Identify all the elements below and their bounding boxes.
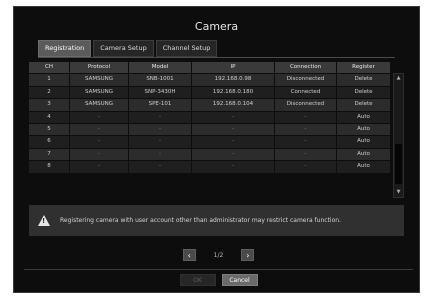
table-row-1-protocol: SAMSUNG	[70, 74, 129, 86]
tab-channel-setup[interactable]: Channel Setup	[155, 40, 218, 57]
table-row-3-connection: Disconnected	[275, 99, 337, 111]
table-row-1-connection: Disconnected	[275, 74, 337, 86]
page-indicator: 1/2	[213, 251, 224, 259]
table-row-5-model: -	[129, 123, 192, 136]
next-page-button[interactable]: ›	[241, 249, 255, 261]
ok-button[interactable]: OK	[179, 274, 216, 286]
table-row-8-model: -	[129, 161, 192, 173]
scrollbar-thumb[interactable]	[395, 144, 402, 184]
table-row-4-ch: 4	[29, 111, 70, 123]
table-row-7-register-button[interactable]: Auto	[337, 148, 391, 161]
table-row-4-protocol: -	[70, 111, 129, 123]
footer-divider	[24, 269, 413, 270]
table-row-2-model: SNP-3430H	[129, 86, 192, 99]
column-header-register: Register	[337, 62, 391, 74]
column-header-model: Model	[129, 62, 192, 74]
table-row-6-model: -	[129, 136, 192, 148]
table-row-2-protocol: SAMSUNG	[70, 86, 129, 99]
table-row-5-protocol: -	[70, 123, 129, 136]
table-row-6-register-button[interactable]: Auto	[337, 136, 391, 148]
table-row-4-model: -	[129, 111, 192, 123]
dialog-title: Camera	[194, 20, 239, 33]
cancel-button[interactable]: Cancel	[221, 274, 258, 286]
table-row-3-ip: 192.168.0.104	[192, 99, 275, 111]
table-row-7-ip: -	[192, 148, 275, 161]
table-row-5-ch: 5	[29, 123, 70, 136]
table-row-5-connection: -	[275, 123, 337, 136]
warning-text: Registering camera with user account oth…	[60, 217, 341, 224]
table-row-4-ip: -	[192, 111, 275, 123]
table-row-6-ip: -	[192, 136, 275, 148]
table-row-1-model: SNB-1001	[129, 74, 192, 86]
column-header-ip: IP	[192, 62, 275, 74]
column-header-ch: CH	[29, 62, 70, 74]
table-row-2-ip: 192.168.0.180	[192, 86, 275, 99]
column-header-protocol: Protocol	[70, 62, 129, 74]
tab-bar: Registration Camera Setup Channel Setup	[38, 40, 219, 57]
table-row-8-protocol: -	[70, 161, 129, 173]
table-row-1-register-button[interactable]: Delete	[337, 74, 391, 86]
scroll-up-arrow-icon[interactable]: ▲	[394, 74, 403, 83]
table-row-5-register-button[interactable]: Auto	[337, 123, 391, 136]
table-row-6-ch: 6	[29, 136, 70, 148]
table-row-6-protocol: -	[70, 136, 129, 148]
camera-table: CH Protocol Model IP Connection Register…	[29, 62, 391, 173]
table-row-3-protocol: SAMSUNG	[70, 99, 129, 111]
table-row-7-ch: 7	[29, 148, 70, 161]
table-row-3-ch: 3	[29, 99, 70, 111]
table-row-6-connection: -	[275, 136, 337, 148]
prev-page-button[interactable]: ‹	[182, 249, 196, 261]
warning-banner: ! Registering camera with user account o…	[29, 205, 404, 236]
table-row-1-ip: 192.168.0.98	[192, 74, 275, 86]
table-row-4-register-button[interactable]: Auto	[337, 111, 391, 123]
tab-divider	[38, 57, 395, 58]
table-row-8-ch: 8	[29, 161, 70, 173]
table-row-1-ch: 1	[29, 74, 70, 86]
table-row-3-register-button[interactable]: Delete	[337, 99, 391, 111]
column-header-connection: Connection	[275, 62, 337, 74]
table-row-2-connection: Connected	[275, 86, 337, 99]
tab-registration[interactable]: Registration	[38, 40, 92, 57]
table-row-7-protocol: -	[70, 148, 129, 161]
table-row-4-connection: -	[275, 111, 337, 123]
table-row-2-ch: 2	[29, 86, 70, 99]
pagination: ‹ 1/2 ›	[0, 249, 437, 261]
dialog-actions: OK Cancel	[0, 274, 437, 286]
tab-camera-setup[interactable]: Camera Setup	[93, 40, 154, 57]
table-row-3-model: SPE-101	[129, 99, 192, 111]
table-row-7-model: -	[129, 148, 192, 161]
table-row-8-connection: -	[275, 161, 337, 173]
table-row-8-register-button[interactable]: Auto	[337, 161, 391, 173]
table-scrollbar[interactable]: ▲ ▼	[393, 73, 404, 198]
table-row-5-ip: -	[192, 123, 275, 136]
warning-triangle-icon: !	[38, 215, 50, 226]
scroll-down-arrow-icon[interactable]: ▼	[394, 188, 403, 197]
table-row-2-register-button[interactable]: Delete	[337, 86, 391, 99]
table-row-7-connection: -	[275, 148, 337, 161]
table-row-8-ip: -	[192, 161, 275, 173]
